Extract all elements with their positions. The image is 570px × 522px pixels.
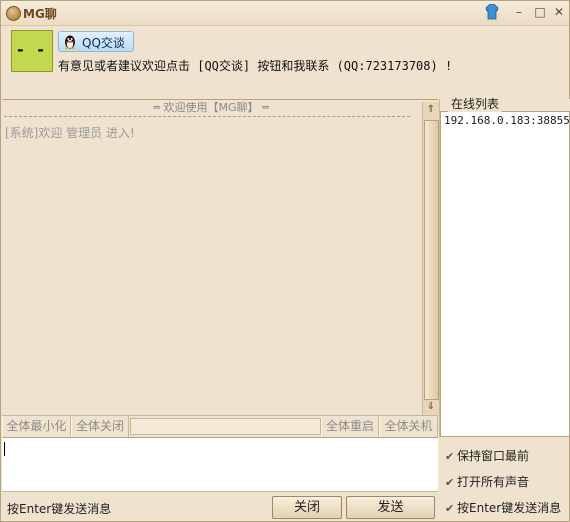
window-title: MG聊	[23, 7, 57, 21]
maximize-icon[interactable]: □	[533, 5, 547, 19]
option-sound-on[interactable]: ✔ 打开所有声音	[445, 473, 529, 490]
avatar-text: - -	[17, 40, 48, 59]
online-list-panel: 192.168.0.183:38855 在线列表	[439, 95, 570, 437]
toolbar-spacer	[130, 418, 321, 435]
chat-message: [系统]欢迎 管理员 进入!	[5, 126, 135, 140]
toolbar: 全体最小化 全体关闭 全体重启 全体关机	[2, 415, 438, 438]
contact-notice: 有意见或者建议欢迎点击 [QQ交谈] 按钮和我联系 (QQ:723173708)…	[58, 59, 453, 73]
qq-penguin-icon	[65, 35, 75, 49]
check-icon: ✔	[445, 450, 455, 463]
title-bar[interactable]: MG聊 – □ ✕	[1, 1, 569, 26]
minimize-all-button[interactable]: 全体最小化	[2, 416, 71, 437]
check-icon: ✔	[445, 476, 455, 489]
text-caret	[4, 442, 5, 456]
scrollbar-thumb[interactable]	[424, 120, 439, 400]
scroll-down-icon[interactable]: ⇓	[424, 400, 438, 414]
avatar[interactable]: - -	[11, 30, 53, 72]
send-button[interactable]: 发送	[346, 496, 435, 519]
send-hint: 按Enter键发送消息	[7, 502, 112, 516]
list-item[interactable]: 192.168.0.183:38855	[444, 114, 570, 127]
chat-area[interactable]: ═ 欢迎使用【MG聊】 ═ [系统]欢迎 管理员 进入! ⇑ ⇓	[2, 99, 439, 416]
option-keep-on-top[interactable]: ✔ 保持窗口最前	[445, 447, 529, 464]
check-icon: ✔	[445, 502, 455, 515]
skin-icon[interactable]	[485, 4, 499, 20]
online-list-title: 在线列表	[448, 95, 503, 112]
message-input[interactable]	[2, 437, 438, 492]
qq-chat-button-label: QQ交谈	[82, 36, 125, 50]
chat-scrollbar[interactable]: ⇑ ⇓	[422, 102, 439, 416]
online-list[interactable]: 192.168.0.183:38855	[440, 111, 570, 437]
restart-all-button[interactable]: 全体重启	[321, 416, 379, 437]
shutdown-all-button[interactable]: 全体关机	[379, 416, 438, 437]
minimize-icon[interactable]: –	[512, 5, 526, 19]
divider	[4, 116, 410, 117]
option-label: 保持窗口最前	[457, 449, 530, 463]
app-icon	[6, 6, 21, 21]
close-icon[interactable]: ✕	[552, 5, 566, 19]
close-button[interactable]: 关闭	[272, 496, 342, 519]
option-enter-send[interactable]: ✔ 按Enter键发送消息	[445, 499, 561, 516]
option-label: 打开所有声音	[457, 475, 530, 489]
qq-chat-button[interactable]: QQ交谈	[58, 31, 134, 52]
bottom-bar: 按Enter键发送消息 关闭 发送	[2, 491, 438, 522]
chat-welcome-header: ═ 欢迎使用【MG聊】 ═	[153, 101, 269, 114]
scroll-up-icon[interactable]: ⇑	[424, 103, 438, 117]
option-label: 按Enter键发送消息	[457, 501, 562, 515]
main-window: MG聊 – □ ✕ - - QQ交谈 有意见或者建议欢迎点击 [QQ交谈] 按钮…	[0, 0, 570, 522]
close-all-button[interactable]: 全体关闭	[71, 416, 129, 437]
